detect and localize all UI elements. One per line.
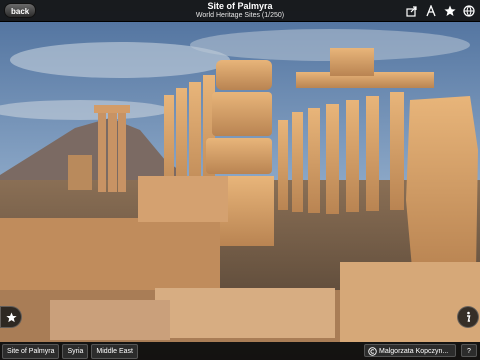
tag-country[interactable]: Syria	[62, 344, 89, 359]
photo-credit-button[interactable]: Malgorzata Kopczyn...	[364, 344, 456, 357]
tag-list: Site of Palmyra Syria Middle East	[2, 344, 138, 359]
bottom-bar: Site of Palmyra Syria Middle East Malgor…	[0, 342, 480, 360]
copyright-icon	[368, 347, 377, 356]
tag-region[interactable]: Middle East	[91, 344, 138, 359]
page-subtitle: World Heritage Sites (1/250)	[195, 12, 285, 19]
photo-credit-label: Malgorzata Kopczyn...	[379, 348, 449, 355]
tag-site[interactable]: Site of Palmyra	[2, 344, 60, 359]
font-size-icon[interactable]	[424, 4, 438, 18]
star-icon[interactable]	[443, 4, 457, 18]
help-button[interactable]: ?	[461, 344, 477, 357]
top-bar: back Site of Palmyra World Heritage Site…	[0, 0, 480, 22]
toolbar-icons	[405, 3, 476, 18]
info-button[interactable]	[457, 306, 479, 328]
page-title: Site of Palmyra	[207, 1, 273, 11]
favorite-button[interactable]	[0, 306, 22, 328]
site-photo	[0, 0, 480, 360]
share-icon[interactable]	[405, 4, 419, 18]
title-block: Site of Palmyra World Heritage Sites (1/…	[130, 1, 350, 20]
globe-icon[interactable]	[462, 4, 476, 18]
back-button[interactable]: back	[4, 3, 37, 18]
info-icon	[467, 311, 471, 322]
star-icon	[5, 311, 17, 322]
